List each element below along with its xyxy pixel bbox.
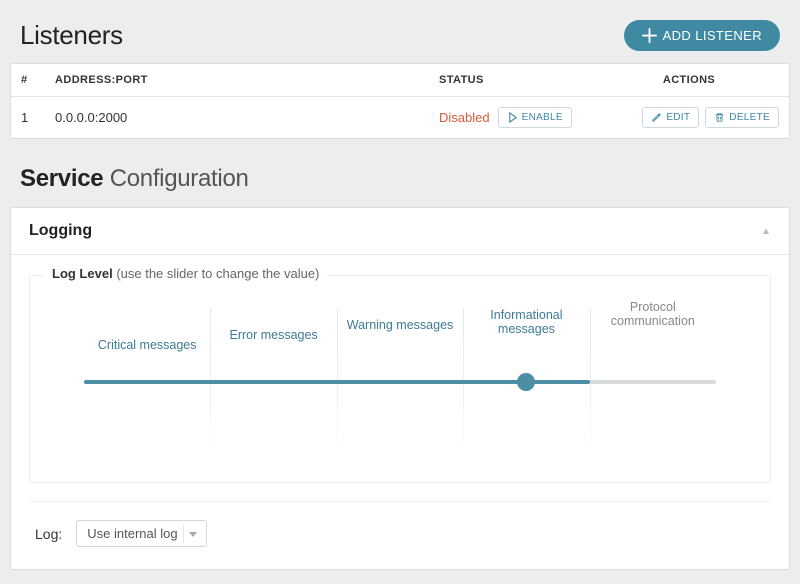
status-badge: Disabled bbox=[439, 110, 490, 125]
play-icon bbox=[507, 112, 518, 123]
slider-fill bbox=[84, 380, 590, 384]
slider-level-error[interactable]: Error messages bbox=[210, 298, 336, 458]
log-level-slider[interactable]: Critical messages Error messages Warning… bbox=[84, 298, 716, 458]
enable-button[interactable]: ENABLE bbox=[498, 107, 572, 128]
page-title: Listeners bbox=[20, 20, 123, 51]
enable-label: ENABLE bbox=[522, 112, 563, 123]
cell-num: 1 bbox=[21, 110, 55, 125]
table-row: 1 0.0.0.0:2000 Disabled ENABLE EDIT DELE… bbox=[11, 97, 789, 138]
logging-panel-header[interactable]: Logging ▲ bbox=[11, 208, 789, 255]
slider-level-critical[interactable]: Critical messages bbox=[84, 298, 210, 458]
legend-strong: Log Level bbox=[52, 266, 113, 281]
logging-panel: Logging ▲ Log Level (use the slider to c… bbox=[10, 207, 790, 570]
add-listener-button[interactable]: ADD LISTENER bbox=[624, 20, 780, 51]
trash-icon bbox=[714, 112, 725, 123]
col-header-num: # bbox=[21, 74, 55, 86]
log-select-value: Use internal log bbox=[87, 526, 177, 541]
slider-level-protocol[interactable]: Protocol communication bbox=[590, 298, 716, 458]
slider-labels: Critical messages Error messages Warning… bbox=[84, 298, 716, 458]
col-header-actions: ACTIONS bbox=[599, 74, 779, 86]
edit-label: EDIT bbox=[666, 112, 690, 123]
legend-hint-text: (use the slider to change the value) bbox=[116, 266, 319, 281]
edit-button[interactable]: EDIT bbox=[642, 107, 699, 128]
slider-level-warning[interactable]: Warning messages bbox=[337, 298, 463, 458]
log-level-legend: Log Level (use the slider to change the … bbox=[44, 266, 327, 281]
col-header-address: ADDRESS:PORT bbox=[55, 74, 439, 86]
service-configuration-title: Service Configuration bbox=[10, 139, 790, 207]
log-level-fieldset: Log Level (use the slider to change the … bbox=[29, 275, 771, 483]
pencil-icon bbox=[651, 112, 662, 123]
log-destination-select[interactable]: Use internal log bbox=[76, 520, 206, 547]
service-title-light-text: Configuration bbox=[110, 165, 249, 192]
log-select-label: Log: bbox=[35, 526, 62, 542]
delete-label: DELETE bbox=[729, 112, 770, 123]
collapse-icon: ▲ bbox=[761, 226, 771, 237]
plus-icon bbox=[642, 28, 657, 43]
listeners-table: # ADDRESS:PORT STATUS ACTIONS 1 0.0.0.0:… bbox=[10, 63, 790, 139]
add-listener-label: ADD LISTENER bbox=[663, 28, 762, 43]
col-header-status: STATUS bbox=[439, 74, 599, 86]
service-title-strong: Service bbox=[20, 165, 103, 192]
table-header: # ADDRESS:PORT STATUS ACTIONS bbox=[11, 64, 789, 97]
logging-panel-title: Logging bbox=[29, 222, 92, 240]
cell-address: 0.0.0.0:2000 bbox=[55, 110, 439, 125]
delete-button[interactable]: DELETE bbox=[705, 107, 779, 128]
